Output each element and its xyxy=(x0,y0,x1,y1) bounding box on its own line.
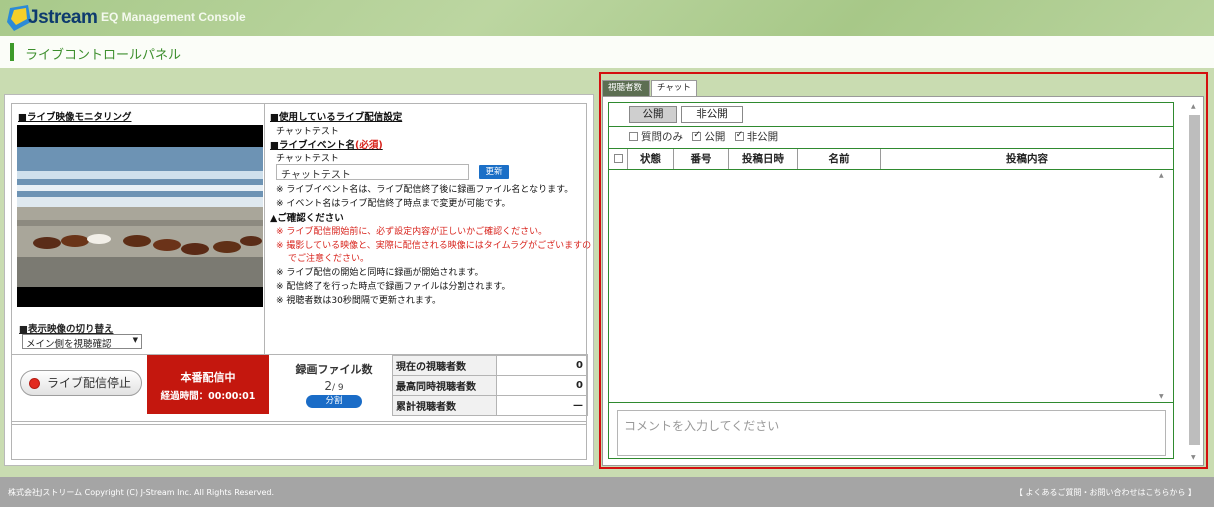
checkbox-checked-icon[interactable] xyxy=(692,130,702,141)
private-toggle[interactable]: 非公開 xyxy=(681,106,743,123)
files-title: 録画ファイル数 xyxy=(295,363,373,376)
record-dot-icon xyxy=(29,378,40,389)
stop-button-label: ライブ配信停止 xyxy=(47,376,132,390)
chat-filters: 質問のみ 公開 非公開 xyxy=(629,129,784,144)
info-line: ※ ライブ配信の開始と同時に録画が開始されます。 xyxy=(276,268,484,278)
required-label: (必須) xyxy=(354,140,383,151)
info-line: ※ 配信終了を行った時点で録画ファイルは分割されます。 xyxy=(276,282,511,292)
scrollbar-thumb[interactable] xyxy=(1189,115,1200,445)
recording-files: 録画ファイル数 2/ 9 分割 xyxy=(274,361,394,408)
confirm-heading: ▲ご確認ください xyxy=(270,213,344,224)
monitor-heading: ■ライブ映像モニタリング xyxy=(18,112,132,123)
scroll-down-icon[interactable]: ▼ xyxy=(1159,393,1164,400)
live-status-text: 本番配信中 xyxy=(180,371,236,384)
table-row: 最高同時視聴者数 0 xyxy=(392,375,588,396)
col-posted-at[interactable]: 投稿日時 xyxy=(729,149,798,169)
col-content[interactable]: 投稿内容 xyxy=(881,149,1173,169)
settings-value: チャットテスト xyxy=(276,127,339,137)
table-row: 累計視聴者数 — xyxy=(392,395,588,416)
checkbox-icon[interactable] xyxy=(629,132,638,141)
checkbox-checked-icon[interactable] xyxy=(734,130,744,141)
list-scrollbar[interactable]: ▲ ▼ xyxy=(1157,170,1167,402)
split-button[interactable]: 分割 xyxy=(306,395,362,408)
chat-message-list[interactable]: ▲ ▼ xyxy=(609,170,1173,402)
warning-line: でご注意ください。 xyxy=(288,254,370,264)
panel-scrollbar[interactable]: ▲ ▼ xyxy=(1188,101,1202,463)
live-control-panel: ■ライブ映像モニタリング ■表示映像の切り替え メイン側を視聴確認 ▼ ■使用し… xyxy=(4,94,594,466)
scroll-down-icon[interactable]: ▼ xyxy=(1191,454,1196,461)
live-video-monitor[interactable] xyxy=(17,125,263,307)
select-all-checkbox[interactable] xyxy=(614,154,623,163)
dropdown-arrow-icon: ▼ xyxy=(132,336,138,344)
stat-value: 0 xyxy=(496,375,588,396)
filter-private[interactable]: 非公開 xyxy=(734,130,778,143)
note-line: ※ ライブイベント名は、ライブ配信終了後に録画ファイル名となります。 xyxy=(276,185,574,195)
stop-live-button[interactable]: ライブ配信停止 xyxy=(20,370,142,396)
scroll-up-icon[interactable]: ▲ xyxy=(1191,103,1196,110)
col-status[interactable]: 状態 xyxy=(628,149,674,169)
event-name-input[interactable]: チャットテスト xyxy=(276,164,469,181)
event-current-name: チャットテスト xyxy=(276,154,339,164)
video-frame xyxy=(17,125,263,307)
stat-value: — xyxy=(496,395,588,416)
filter-question-only[interactable]: 質問のみ xyxy=(629,131,683,143)
warning-line: ※ ライブ配信開始前に、必ず設定内容が正しいかご確認ください。 xyxy=(276,227,548,237)
table-row: 現在の視聴者数 0 xyxy=(392,355,588,376)
live-status-badge: 本番配信中 経過時間：00:00:01 xyxy=(147,355,269,414)
divider xyxy=(609,402,1173,403)
footer: 株式会社Jストリーム Copyright (C) J-Stream Inc. A… xyxy=(0,477,1214,507)
top-bar: Jstream EQ Management Console xyxy=(0,0,1214,36)
event-heading: ■ライブイベント名(必須) xyxy=(270,140,383,151)
info-line: ※ 視聴者数は30秒間隔で更新されます。 xyxy=(276,296,441,306)
filter-public[interactable]: 公開 xyxy=(692,130,725,143)
logo-text: Jstream xyxy=(28,7,98,28)
files-count: 2/ 9 xyxy=(324,379,344,393)
select-value: メイン側を視聴確認 xyxy=(26,339,112,350)
public-toggle[interactable]: 公開 xyxy=(629,106,677,123)
elapsed-time: 経過時間：00:00:01 xyxy=(160,391,256,402)
title-accent-bar xyxy=(10,43,14,61)
view-switch-select[interactable]: メイン側を視聴確認 ▼ xyxy=(22,334,142,350)
message-area xyxy=(11,421,587,460)
jstream-logo[interactable]: Jstream xyxy=(6,4,98,32)
chat-frame: 公開 非公開 質問のみ 公開 非公開 状態 番号 投稿日時 名前 投稿内容 ▲ … xyxy=(608,102,1174,459)
console-title: EQ Management Console xyxy=(101,10,246,24)
col-name[interactable]: 名前 xyxy=(798,149,881,169)
warning-line: ※ 撮影している映像と、実際に配信される映像にはタイムラグがございますの xyxy=(276,241,592,251)
tab-chat[interactable]: チャット xyxy=(651,80,697,96)
stat-value: 0 xyxy=(496,355,588,376)
update-button[interactable]: 更新 xyxy=(479,165,509,179)
bottom-strip xyxy=(0,507,1214,514)
note-line: ※ イベント名はライブ配信終了時点まで変更が可能です。 xyxy=(276,199,511,209)
settings-heading: ■使用しているライブ配信設定 xyxy=(270,112,403,123)
column-divider xyxy=(264,104,265,354)
title-bar: ライブコントロールパネル xyxy=(0,36,1214,68)
page-title: ライブコントロールパネル xyxy=(25,48,182,63)
stat-label: 最高同時視聴者数 xyxy=(392,375,497,396)
chat-panel: 公開 非公開 質問のみ 公開 非公開 状態 番号 投稿日時 名前 投稿内容 ▲ … xyxy=(602,96,1204,466)
faq-link[interactable]: 【 よくあるご質問・お問い合わせはこちらから 】 xyxy=(1015,487,1196,498)
scroll-up-icon[interactable]: ▲ xyxy=(1159,172,1164,179)
viewer-stats-table: 現在の視聴者数 0 最高同時視聴者数 0 累計視聴者数 — xyxy=(392,355,588,416)
comment-input[interactable]: コメントを入力してください xyxy=(617,410,1166,456)
switch-heading: ■表示映像の切り替え xyxy=(19,324,114,335)
col-number[interactable]: 番号 xyxy=(674,149,729,169)
monitor-settings-box: ■ライブ映像モニタリング ■表示映像の切り替え メイン側を視聴確認 ▼ ■使用し… xyxy=(11,103,591,425)
stat-label: 現在の視聴者数 xyxy=(392,355,497,376)
divider xyxy=(609,126,1173,127)
copyright-text: 株式会社Jストリーム Copyright (C) J-Stream Inc. A… xyxy=(8,488,275,497)
tab-viewers[interactable]: 視聴者数 xyxy=(602,80,650,96)
stat-label: 累計視聴者数 xyxy=(392,395,497,416)
